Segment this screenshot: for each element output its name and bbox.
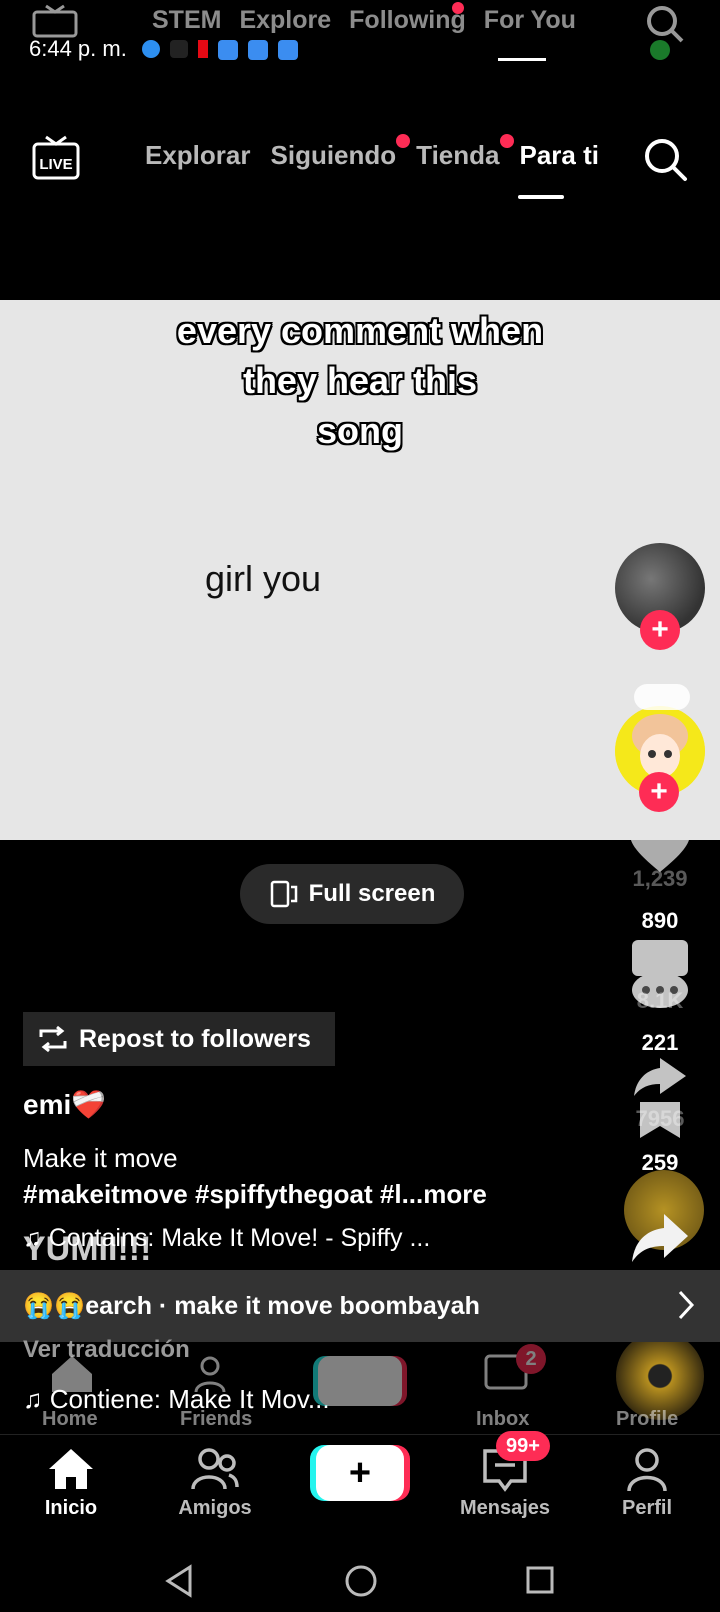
search-emoji: 😭😭: [23, 1291, 86, 1320]
tab-para-ti[interactable]: Para ti: [520, 140, 600, 171]
tab-explorar[interactable]: Explorar: [145, 140, 251, 171]
home-icon: [49, 1449, 93, 1489]
description: Make it move #makeitmove #spiffythegoat …: [23, 1140, 487, 1212]
active-tab-underline: [518, 195, 564, 199]
full-screen-button[interactable]: Full screen: [240, 864, 464, 924]
ghost-save-count: 7956: [635, 1106, 685, 1131]
status-time: 6:44 p. m.: [29, 36, 127, 61]
home-circle-icon[interactable]: [344, 1564, 378, 1598]
ghost-bottom-nav: Home Friends 2 Inbox Profile: [0, 1344, 720, 1430]
tab-label: Siguiendo: [270, 140, 397, 170]
search-icon[interactable]: [642, 136, 688, 182]
ghost-tab-explore: Explore: [239, 6, 332, 34]
app-icon: [218, 40, 238, 60]
top-tabs: Explorar Siguiendo Tienda Para ti: [145, 134, 619, 171]
ghost-friends-icon: [194, 1356, 226, 1393]
plus-icon: +: [348, 1451, 372, 1494]
messenger-icon: [142, 40, 160, 58]
full-screen-label: Full screen: [308, 880, 436, 907]
video-caption: every comment when they hear this song: [0, 306, 720, 456]
ghost-inbox-label: Inbox: [476, 1408, 530, 1430]
ghost-underline: [498, 58, 546, 61]
live-tv-icon: [32, 4, 78, 38]
ghost-home-icon: [52, 1356, 92, 1392]
ghost-search-icon: [647, 6, 684, 43]
ghost-friends-label: Friends: [180, 1408, 253, 1430]
like-count: 890: [641, 908, 679, 933]
ghost-username: YUMII!!!: [23, 1230, 152, 1268]
ghost-top-tabs: STEM Explore Following For You: [152, 6, 576, 35]
search-suggestion-banner[interactable]: 😭😭 earch · make it move boombayah: [0, 1270, 720, 1342]
comment-count: 221: [641, 1030, 679, 1055]
bottom-nav: Inicio Amigos + Mensajes 99+ Perfil: [0, 1431, 720, 1553]
tab-label: Tienda: [416, 140, 500, 170]
status-app-icons: [142, 40, 298, 60]
caption-line: every comment when: [176, 310, 544, 351]
recents-icon[interactable]: [525, 1565, 555, 1595]
back-icon[interactable]: [164, 1564, 194, 1598]
repost-label: Repost to followers: [79, 1024, 311, 1053]
username[interactable]: emi❤️‍🩹: [23, 1088, 106, 1121]
svg-text:LIVE: LIVE: [39, 156, 72, 173]
android-nav-bar: [0, 1552, 720, 1612]
video-call-icon: [278, 40, 298, 60]
follow-plus-icon[interactable]: +: [639, 772, 679, 812]
chevron-right-icon: [678, 1290, 695, 1320]
messages-badge: 99+: [496, 1431, 550, 1461]
live-icon[interactable]: LIVE: [32, 134, 80, 182]
video-inner-text: girl you: [205, 558, 322, 599]
create-post-button[interactable]: +: [316, 1445, 404, 1501]
notification-dot: [396, 134, 411, 148]
follow-plus-icon[interactable]: +: [640, 610, 680, 650]
netflix-icon: [198, 40, 208, 58]
profile-icon: [627, 1448, 667, 1492]
ghost-inbox-badge: 2: [516, 1344, 546, 1374]
ghost-tab-stem: STEM: [152, 6, 222, 34]
repost-icon: [39, 1025, 67, 1053]
nav-messages-label: Mensajes: [459, 1497, 551, 1519]
tab-siguiendo[interactable]: Siguiendo: [270, 134, 411, 171]
notification-dot: [499, 134, 514, 148]
share-icon[interactable]: [630, 1212, 690, 1264]
tab-label: Explorar: [145, 140, 251, 170]
tiktok-icon: [170, 40, 188, 58]
nav-friends-label: Amigos: [178, 1497, 252, 1519]
ghost-plus-button: [318, 1356, 402, 1406]
ghost-dot: [452, 2, 464, 14]
nav-home-label: Inicio: [44, 1497, 98, 1519]
ghost-tab-following: Following: [349, 6, 466, 34]
fullscreen-icon: [270, 880, 297, 908]
ghost-profile-label: Profile: [616, 1408, 679, 1430]
caption-line: they hear this: [242, 360, 478, 401]
tab-label: Para ti: [519, 140, 600, 170]
caption-line: song: [317, 410, 403, 451]
search-suggestion-text: earch · make it move boombayah: [85, 1291, 480, 1320]
ghost-tab-for-you: For You: [483, 6, 576, 34]
more-link[interactable]: more: [423, 1179, 487, 1209]
tab-tienda[interactable]: Tienda: [416, 134, 514, 171]
hashtags[interactable]: #makeitmove #spiffythegoat #l...: [23, 1179, 423, 1209]
description-text: Make it move: [23, 1143, 178, 1173]
ghost-bow-icon: [634, 684, 690, 710]
ghost-home-label: Home: [42, 1408, 98, 1430]
ghost-like-count: 1,239: [632, 866, 688, 891]
battery-indicator: [650, 40, 670, 60]
ghost-comment-count: 8.1K: [636, 988, 684, 1013]
repost-button[interactable]: Repost to followers: [23, 1012, 335, 1066]
nav-profile-label: Perfil: [621, 1497, 673, 1519]
friends-icon: [191, 1448, 239, 1490]
phone-icon: [248, 40, 268, 60]
